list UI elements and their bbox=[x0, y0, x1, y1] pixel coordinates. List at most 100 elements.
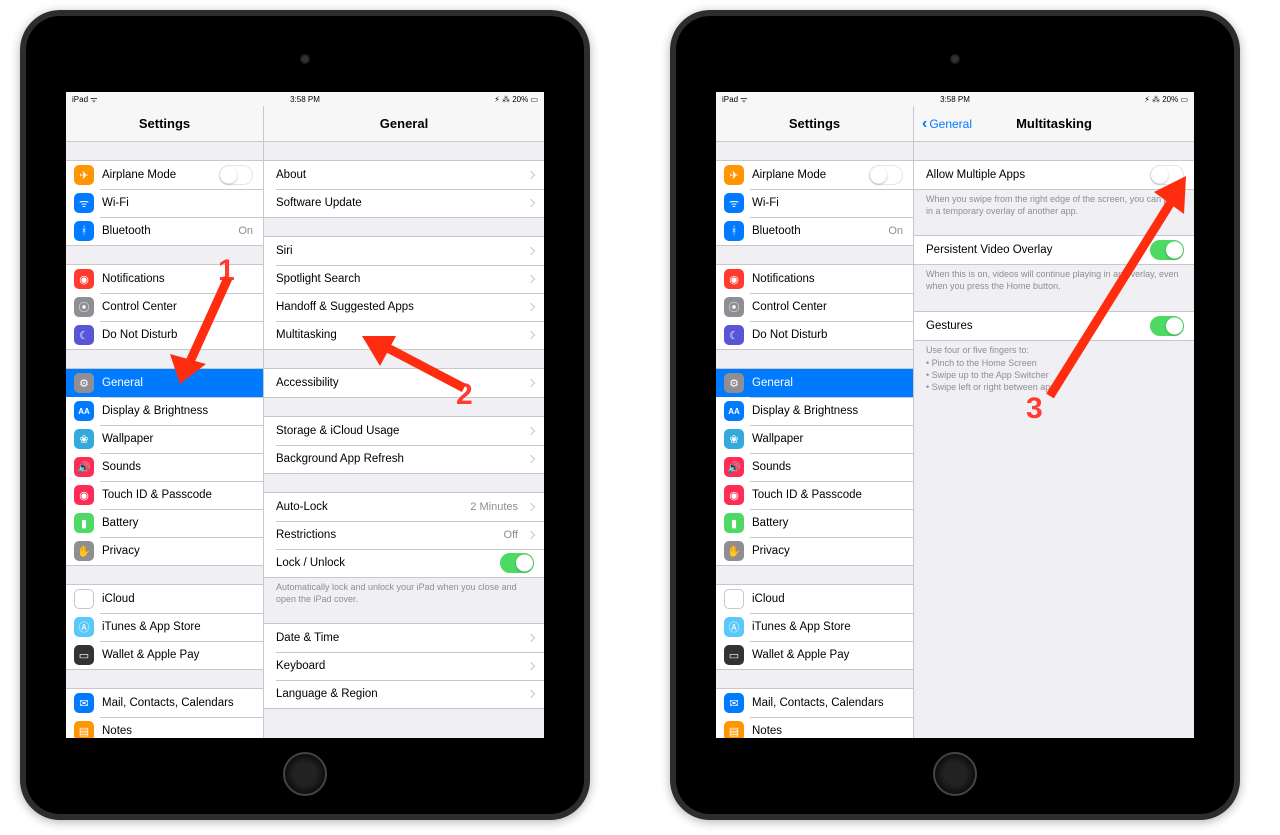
chevron-right-icon bbox=[527, 331, 535, 339]
multitasking-row-gestures[interactable]: Gestures bbox=[914, 312, 1194, 340]
sidebar-item-notes[interactable]: ▤Notes bbox=[66, 717, 263, 738]
general-row-background-app-refresh[interactable]: Background App Refresh bbox=[264, 445, 544, 473]
footnote: When this is on, videos will continue pl… bbox=[914, 265, 1194, 292]
general-row-spotlight-search[interactable]: Spotlight Search bbox=[264, 265, 544, 293]
general-row-restrictions[interactable]: RestrictionsOff bbox=[264, 521, 544, 549]
sidebar-item-control-center[interactable]: ⦿Control Center bbox=[716, 293, 913, 321]
sidebar-item-airplane-mode[interactable]: ✈Airplane Mode bbox=[716, 161, 913, 189]
screen-general: iPad ᯤ 3:58 PM ⚡︎ ⁂ 20% ▭ Settings ✈Airp… bbox=[66, 92, 544, 738]
sidebar-item-wallpaper[interactable]: ❀Wallpaper bbox=[66, 425, 263, 453]
sidebar-item-control-center[interactable]: ⦿Control Center bbox=[66, 293, 263, 321]
sidebar-item-mail-contacts-calendars[interactable]: ✉Mail, Contacts, Calendars bbox=[66, 689, 263, 717]
sidebar-item-wi-fi[interactable]: ᯤWi-Fi bbox=[716, 189, 913, 217]
notifications-icon: ◉ bbox=[74, 269, 94, 289]
sidebar-item-battery[interactable]: ▮Battery bbox=[716, 509, 913, 537]
sidebar-item-display-brightness[interactable]: AADisplay & Brightness bbox=[66, 397, 263, 425]
sidebar-item-wallpaper[interactable]: ❀Wallpaper bbox=[716, 425, 913, 453]
general-row-multitasking[interactable]: Multitasking bbox=[264, 321, 544, 349]
general-row-keyboard[interactable]: Keyboard bbox=[264, 652, 544, 680]
multitasking-row-allow-multiple-apps[interactable]: Allow Multiple Apps bbox=[914, 161, 1194, 189]
sidebar-item-notifications[interactable]: ◉Notifications bbox=[716, 265, 913, 293]
general-row-storage-icloud-usage[interactable]: Storage & iCloud Usage bbox=[264, 417, 544, 445]
toggle[interactable] bbox=[500, 553, 534, 573]
sidebar-item-general[interactable]: ⚙General bbox=[716, 369, 913, 397]
sidebar-item-label: Battery bbox=[102, 517, 253, 529]
status-time: 3:58 PM bbox=[290, 95, 320, 104]
toggle[interactable] bbox=[219, 165, 253, 185]
general-row-about[interactable]: About bbox=[264, 161, 544, 189]
sidebar-item-icloud[interactable]: ☁iCloud bbox=[716, 585, 913, 613]
sidebar-item-label: Touch ID & Passcode bbox=[752, 489, 903, 501]
general-row-date-time[interactable]: Date & Time bbox=[264, 624, 544, 652]
general-row-handoff-suggested-apps[interactable]: Handoff & Suggested Apps bbox=[264, 293, 544, 321]
sidebar-item-wallet-apple-pay[interactable]: ▭Wallet & Apple Pay bbox=[716, 641, 913, 669]
sidebar-item-notes[interactable]: ▤Notes bbox=[716, 717, 913, 738]
sidebar-item-battery[interactable]: ▮Battery bbox=[66, 509, 263, 537]
detail-title: General bbox=[264, 106, 544, 142]
sidebar-item-wi-fi[interactable]: ᯤWi-Fi bbox=[66, 189, 263, 217]
status-bar: iPad ᯤ 3:58 PM ⚡︎ ⁂ 20% ▭ bbox=[716, 92, 1194, 106]
general-row-label: Lock / Unlock bbox=[276, 557, 500, 569]
general-row-language-region[interactable]: Language & Region bbox=[264, 680, 544, 708]
detail-title: ‹ General Multitasking bbox=[914, 106, 1194, 142]
sidebar-item-privacy[interactable]: ✋Privacy bbox=[66, 537, 263, 565]
sidebar-item-airplane-mode[interactable]: ✈Airplane Mode bbox=[66, 161, 263, 189]
sidebar-item-sounds[interactable]: 🔊Sounds bbox=[66, 453, 263, 481]
home-button[interactable] bbox=[283, 752, 327, 796]
general-row-label: Language & Region bbox=[276, 688, 522, 700]
sidebar-item-do-not-disturb[interactable]: ☾Do Not Disturb bbox=[716, 321, 913, 349]
sidebar-item-label: Bluetooth bbox=[102, 225, 238, 237]
sidebar-item-itunes-app-store[interactable]: ⒶiTunes & App Store bbox=[716, 613, 913, 641]
sidebar-item-label: Sounds bbox=[102, 461, 253, 473]
ipad-bezel: iPad ᯤ 3:58 PM ⚡︎ ⁂ 20% ▭ Settings ✈Airp… bbox=[676, 16, 1234, 814]
sidebar-item-bluetooth[interactable]: ᚼBluetoothOn bbox=[66, 217, 263, 245]
general-row-software-update[interactable]: Software Update bbox=[264, 189, 544, 217]
general-row-label: Auto-Lock bbox=[276, 501, 470, 513]
sidebar-item-do-not-disturb[interactable]: ☾ Do Not Disturb bbox=[66, 321, 263, 349]
general-row-accessibility[interactable]: Accessibility bbox=[264, 369, 544, 397]
multitasking-row-persistent-video-overlay[interactable]: Persistent Video Overlay bbox=[914, 236, 1194, 264]
general-row-label: Handoff & Suggested Apps bbox=[276, 301, 522, 313]
sidebar-item-wallet-apple-pay[interactable]: ▭Wallet & Apple Pay bbox=[66, 641, 263, 669]
sidebar-item-icloud[interactable]: ☁ iCloud bbox=[66, 585, 263, 613]
sidebar-item-sounds[interactable]: 🔊Sounds bbox=[716, 453, 913, 481]
sidebar-item-mail-contacts-calendars[interactable]: ✉Mail, Contacts, Calendars bbox=[716, 689, 913, 717]
icloud-icon: ☁ bbox=[74, 589, 94, 609]
sidebar-item-touch-id-passcode[interactable]: ◉Touch ID & Passcode bbox=[716, 481, 913, 509]
sidebar-list[interactable]: ✈Airplane ModeᯤWi-FiᚼBluetoothOn ◉Notific… bbox=[716, 142, 913, 738]
chevron-right-icon bbox=[527, 690, 535, 698]
general-row-auto-lock[interactable]: Auto-Lock2 Minutes bbox=[264, 493, 544, 521]
sidebar-item-itunes-app-store[interactable]: ⒶiTunes & App Store bbox=[66, 613, 263, 641]
sidebar-item-label: Do Not Disturb bbox=[102, 329, 253, 341]
general-row-label: Restrictions bbox=[276, 529, 504, 541]
sidebar-item-label: iCloud bbox=[752, 593, 903, 605]
general-row-lock-unlock[interactable]: Lock / Unlock bbox=[264, 549, 544, 577]
back-button[interactable]: ‹ General bbox=[922, 116, 972, 132]
sidebar-item-label: Wallet & Apple Pay bbox=[102, 649, 253, 661]
touchid-icon: ◉ bbox=[74, 485, 94, 505]
multitasking-list[interactable]: Allow Multiple AppsWhen you swipe from t… bbox=[914, 142, 1194, 738]
general-list[interactable]: AboutSoftware Update SiriSpotlight Search… bbox=[264, 142, 544, 738]
sidebar-list[interactable]: ✈Airplane ModeᯤWi-FiᚼBluetoothOn◉Notific… bbox=[66, 142, 263, 738]
general-row-siri[interactable]: Siri bbox=[264, 237, 544, 265]
status-carrier: iPad ᯤ bbox=[722, 94, 748, 105]
toggle[interactable] bbox=[869, 165, 903, 185]
camera-icon bbox=[950, 54, 960, 64]
toggle[interactable] bbox=[1150, 316, 1184, 336]
sidebar-item-bluetooth[interactable]: ᚼBluetoothOn bbox=[716, 217, 913, 245]
chevron-right-icon bbox=[527, 275, 535, 283]
sidebar-item-label: iTunes & App Store bbox=[102, 621, 253, 633]
sidebar-item-label: iCloud bbox=[102, 593, 253, 605]
toggle[interactable] bbox=[1150, 165, 1184, 185]
toggle[interactable] bbox=[1150, 240, 1184, 260]
dnd-icon: ☾ bbox=[74, 325, 94, 345]
ipad-right: iPad ᯤ 3:58 PM ⚡︎ ⁂ 20% ▭ Settings ✈Airp… bbox=[670, 10, 1240, 820]
sidebar-item-privacy[interactable]: ✋Privacy bbox=[716, 537, 913, 565]
sidebar-item-general[interactable]: ⚙General bbox=[66, 369, 263, 397]
control-center-icon: ⦿ bbox=[724, 297, 744, 317]
general-row-value: Off bbox=[504, 529, 518, 541]
chevron-right-icon bbox=[527, 634, 535, 642]
sidebar-item-touch-id-passcode[interactable]: ◉Touch ID & Passcode bbox=[66, 481, 263, 509]
home-button[interactable] bbox=[933, 752, 977, 796]
sidebar-item-display-brightness[interactable]: AADisplay & Brightness bbox=[716, 397, 913, 425]
